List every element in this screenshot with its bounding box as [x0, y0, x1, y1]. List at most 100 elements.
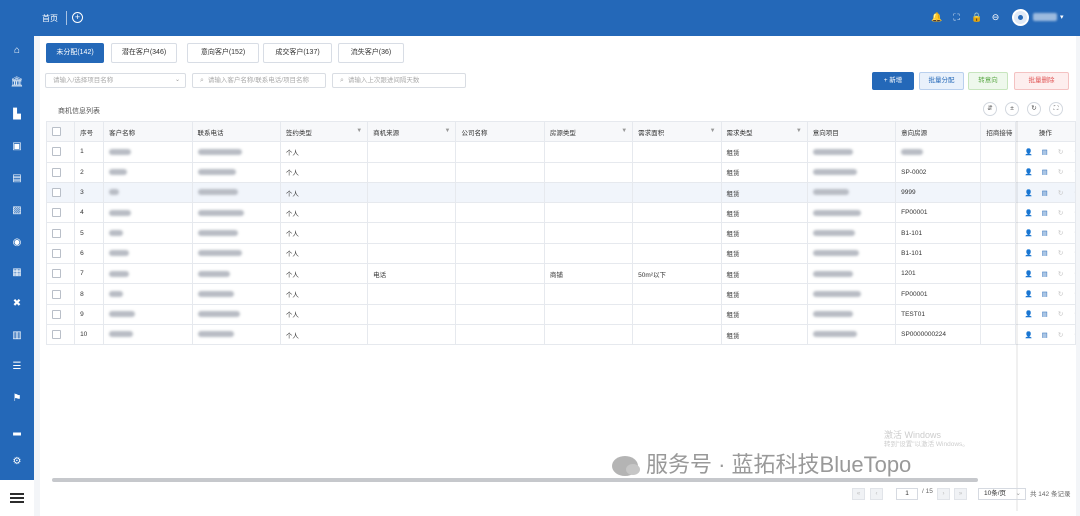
- assign-user-icon[interactable]: 👤: [1024, 270, 1034, 278]
- table-row[interactable]: 6 个人 租赁 B1-101 👤 ▤ ↻ ⚲: [45, 242, 1077, 265]
- detail-doc-icon[interactable]: ▤: [1040, 189, 1050, 197]
- help-icon[interactable]: ⊖: [990, 12, 1001, 23]
- last-page-icon[interactable]: »: [954, 488, 967, 500]
- row-checkbox[interactable]: [52, 167, 61, 177]
- first-page-icon[interactable]: «: [852, 488, 865, 500]
- export-icon[interactable]: ±: [1005, 102, 1019, 116]
- row-checkbox[interactable]: [52, 309, 61, 319]
- bank-icon[interactable]: 🏛: [10, 77, 24, 89]
- user-name[interactable]: [1033, 13, 1057, 21]
- building-icon[interactable]: ▙: [10, 109, 24, 121]
- briefcase-icon[interactable]: ▣: [10, 141, 24, 153]
- bell-icon[interactable]: 🔔: [931, 12, 942, 23]
- row-checkbox[interactable]: [52, 330, 61, 340]
- row-checkbox[interactable]: [52, 269, 61, 279]
- batch-delete-button[interactable]: 批量删除: [1014, 72, 1069, 90]
- link-icon[interactable]: ⚲: [1072, 270, 1075, 278]
- link-icon[interactable]: ⚲: [1072, 331, 1075, 339]
- link-icon[interactable]: ⚲: [1072, 168, 1075, 176]
- settings-icon[interactable]: ⚙: [10, 456, 24, 468]
- cell-select[interactable]: [45, 242, 76, 265]
- link-icon[interactable]: ⚲: [1072, 229, 1075, 237]
- list-icon[interactable]: ☰: [10, 361, 24, 373]
- filter-icon[interactable]: ▼: [356, 128, 362, 134]
- assign-user-icon[interactable]: 👤: [1024, 249, 1034, 257]
- refresh-icon[interactable]: ↻: [1056, 168, 1066, 176]
- refresh-icon[interactable]: ↻: [1056, 331, 1066, 339]
- add-tab-icon[interactable]: +: [72, 12, 83, 23]
- tab-intention[interactable]: 意向客户(152): [187, 43, 259, 63]
- cell-select[interactable]: [45, 222, 76, 244]
- cell-select[interactable]: [45, 303, 76, 325]
- assign-user-icon[interactable]: 👤: [1024, 168, 1034, 176]
- follow-days-input[interactable]: ⌕ 请输入上次跟进间隔天数: [332, 73, 466, 88]
- col-sign-type[interactable]: 签约类型 ▼: [279, 120, 369, 143]
- home-icon[interactable]: ⌂: [10, 45, 24, 57]
- photo-icon[interactable]: ▨: [10, 205, 24, 217]
- row-checkbox[interactable]: [52, 248, 61, 258]
- add-button[interactable]: + 新增: [872, 72, 914, 90]
- cell-select[interactable]: [45, 323, 76, 346]
- fullscreen-icon[interactable]: ⛶: [1049, 102, 1063, 116]
- table-icon[interactable]: ▤: [10, 173, 24, 185]
- refresh-icon[interactable]: ↻: [1056, 148, 1066, 156]
- row-checkbox[interactable]: [52, 188, 61, 198]
- refresh-icon[interactable]: ↻: [1056, 310, 1066, 318]
- refresh-icon[interactable]: ↻: [1056, 229, 1066, 237]
- project-select[interactable]: 请输入/选择项目名称 ⌄: [45, 73, 186, 88]
- prev-page-icon[interactable]: ‹: [870, 488, 883, 500]
- table-row[interactable]: 7 个人电话 商铺50m²以下租赁 1201 👤 ▤ ↻ ⚲: [45, 263, 1077, 285]
- detail-doc-icon[interactable]: ▤: [1040, 168, 1050, 176]
- table-row[interactable]: 2 个人 租赁 SP-0002 👤 ▤ ↻ ⚲: [45, 161, 1077, 183]
- row-checkbox[interactable]: [52, 228, 61, 238]
- page-size-select[interactable]: 10条/页 ⌄: [978, 488, 1026, 500]
- assign-user-icon[interactable]: 👤: [1024, 209, 1034, 217]
- filter-icon[interactable]: ▼: [710, 128, 716, 134]
- flag-icon[interactable]: ⚑: [10, 393, 24, 405]
- col-source[interactable]: 商机来源 ▼: [367, 120, 457, 143]
- next-page-icon[interactable]: ›: [937, 488, 950, 500]
- tools-icon[interactable]: ✖: [10, 298, 24, 310]
- cell-select[interactable]: [45, 263, 76, 285]
- collapse-menu-icon[interactable]: [10, 493, 24, 505]
- convert-intention-button[interactable]: 转意向: [968, 72, 1008, 90]
- link-icon[interactable]: ⚲: [1072, 189, 1075, 197]
- row-checkbox[interactable]: [52, 289, 61, 299]
- contract-icon[interactable]: ▥: [10, 330, 24, 342]
- col-house-type[interactable]: 房源类型 ▼: [543, 120, 634, 143]
- table-row[interactable]: 1 个人 租赁 👤 ▤ ↻ ⚲: [45, 141, 1077, 163]
- cell-select[interactable]: [45, 161, 76, 183]
- table-row[interactable]: 8 个人 租赁 FP00001 👤 ▤ ↻ ⚲: [45, 283, 1077, 305]
- detail-doc-icon[interactable]: ▤: [1040, 270, 1050, 278]
- assign-user-icon[interactable]: 👤: [1024, 290, 1034, 298]
- link-icon[interactable]: ⚲: [1072, 148, 1075, 156]
- lock-icon[interactable]: 🔒: [971, 12, 982, 23]
- link-icon[interactable]: ⚲: [1072, 209, 1075, 217]
- detail-doc-icon[interactable]: ▤: [1040, 310, 1050, 318]
- detail-doc-icon[interactable]: ▤: [1040, 290, 1050, 298]
- select-all-cell[interactable]: [45, 120, 76, 143]
- row-checkbox[interactable]: [52, 147, 61, 157]
- table-row[interactable]: 10 个人 租赁 SP0000000224 👤 ▤ ↻ ⚲: [45, 323, 1077, 346]
- detail-doc-icon[interactable]: ▤: [1040, 148, 1050, 156]
- document-icon[interactable]: ▦: [10, 267, 24, 279]
- page-input[interactable]: 1: [896, 488, 918, 500]
- refresh-icon[interactable]: ↻: [1056, 189, 1066, 197]
- link-icon[interactable]: ⚲: [1072, 290, 1075, 298]
- table-row[interactable]: 5 个人 租赁 B1-101 👤 ▤ ↻ ⚲: [45, 222, 1077, 244]
- table-row[interactable]: 4 个人 租赁 FP00001 👤 ▤ ↻ ⚲: [45, 202, 1077, 224]
- select-all-checkbox[interactable]: [52, 127, 61, 137]
- filter-icon[interactable]: ▼: [621, 128, 627, 134]
- tab-lost[interactable]: 流失客户(36): [338, 43, 404, 63]
- assign-user-icon[interactable]: 👤: [1024, 148, 1034, 156]
- filter-icon[interactable]: ▼: [445, 128, 451, 134]
- batch-assign-button[interactable]: 批量分配: [919, 72, 964, 90]
- table-row[interactable]: 3 个人 租赁 9999 👤 ▤ ↻ ⚲: [45, 181, 1077, 204]
- detail-doc-icon[interactable]: ▤: [1040, 331, 1050, 339]
- tab-potential[interactable]: 潜在客户(346): [111, 43, 177, 63]
- col-area[interactable]: 需求面积 ▼: [632, 120, 722, 143]
- assign-user-icon[interactable]: 👤: [1024, 310, 1034, 318]
- horizontal-scrollbar[interactable]: [52, 478, 978, 482]
- link-icon[interactable]: ⚲: [1072, 249, 1075, 257]
- detail-doc-icon[interactable]: ▤: [1040, 249, 1050, 257]
